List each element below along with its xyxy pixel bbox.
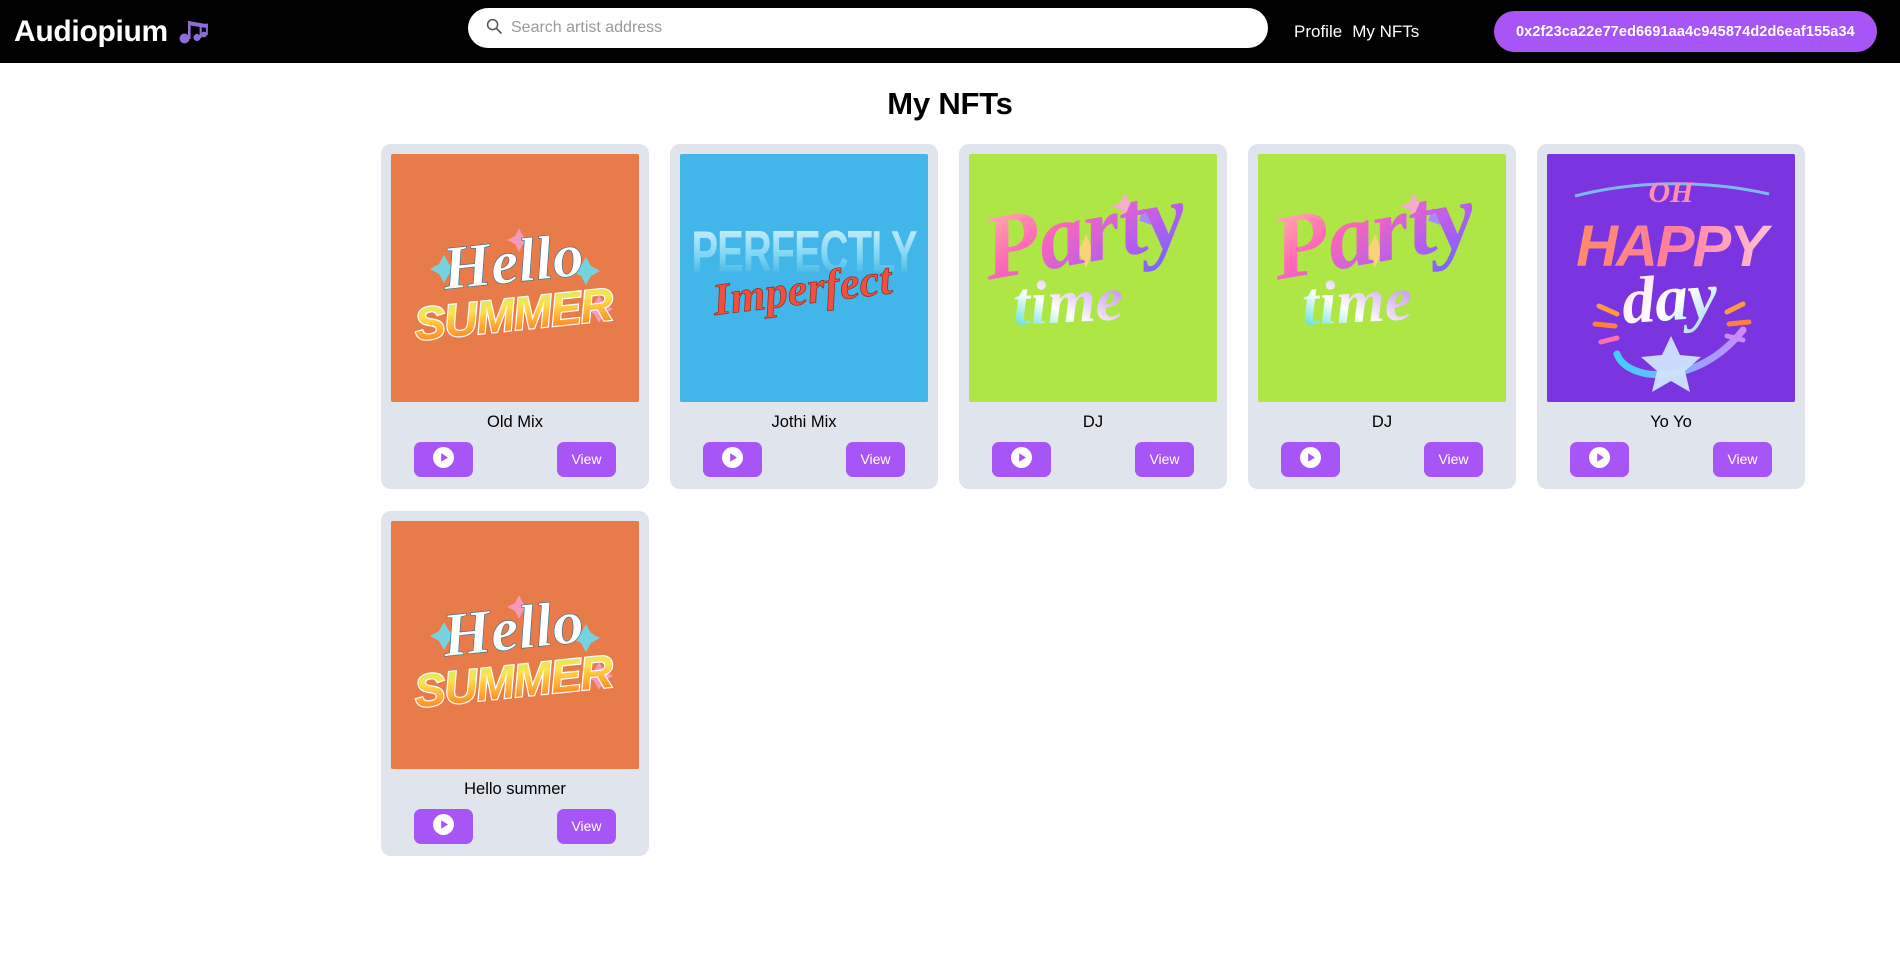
play-circle-icon bbox=[433, 447, 454, 471]
play-button[interactable] bbox=[1570, 441, 1629, 477]
play-button[interactable] bbox=[1281, 441, 1340, 477]
card-actions: View bbox=[391, 808, 639, 844]
card-actions: View bbox=[391, 441, 639, 477]
nft-artwork: PERFECTLY Imperfect bbox=[680, 154, 928, 402]
play-button[interactable] bbox=[414, 808, 473, 844]
nav-links: Profile My NFTs bbox=[1294, 0, 1419, 63]
nft-card: OH HAPPY day Yo Yo View bbox=[1537, 144, 1805, 489]
nft-artwork: Hello SUMMER bbox=[391, 520, 639, 769]
svg-text:time: time bbox=[1300, 265, 1414, 339]
search-icon bbox=[486, 18, 502, 39]
view-button[interactable]: View bbox=[1135, 441, 1194, 477]
page-title: My NFTs bbox=[887, 86, 1013, 121]
wallet-address-button[interactable]: 0x2f23ca22e77ed6691aa4c945874d2d6eaf155a… bbox=[1494, 11, 1877, 52]
svg-text:day: day bbox=[1619, 259, 1720, 339]
music-notes-icon bbox=[178, 18, 208, 46]
view-button[interactable]: View bbox=[557, 441, 616, 477]
top-navbar: Audiopium Profil bbox=[0, 0, 1900, 63]
nft-card: Party time DJ View bbox=[959, 144, 1227, 489]
nft-card: Party time DJ View bbox=[1248, 144, 1516, 489]
play-circle-icon bbox=[1589, 447, 1610, 471]
nft-name: Hello summer bbox=[464, 779, 566, 798]
nft-artwork: Party time bbox=[969, 154, 1217, 402]
nav-link-my-nfts[interactable]: My NFTs bbox=[1352, 22, 1419, 42]
svg-text:time: time bbox=[1011, 265, 1125, 339]
play-circle-icon bbox=[1011, 447, 1032, 471]
nft-grid: Hello SUMMER Old Mix View PERFECTLY Impe… bbox=[0, 144, 1900, 878]
nft-name: Yo Yo bbox=[1650, 413, 1692, 431]
play-button[interactable] bbox=[992, 441, 1051, 477]
view-button[interactable]: View bbox=[846, 441, 905, 477]
view-button[interactable]: View bbox=[557, 808, 616, 844]
nft-name: Old Mix bbox=[487, 413, 543, 431]
brand-logo[interactable]: Audiopium bbox=[14, 14, 208, 48]
nft-card: PERFECTLY Imperfect Jothi Mix View bbox=[670, 144, 938, 489]
nft-artwork: Party time bbox=[1258, 154, 1506, 402]
nav-link-profile[interactable]: Profile bbox=[1294, 22, 1342, 42]
play-button[interactable] bbox=[414, 441, 473, 477]
brand-name: Audiopium bbox=[14, 14, 168, 48]
svg-text:OH: OH bbox=[1649, 176, 1696, 209]
nft-name: DJ bbox=[1082, 413, 1104, 431]
nft-artwork: OH HAPPY day bbox=[1547, 154, 1795, 402]
search-bar[interactable] bbox=[468, 8, 1268, 48]
view-button[interactable]: View bbox=[1424, 441, 1483, 477]
card-actions: View bbox=[680, 441, 928, 477]
play-circle-icon bbox=[722, 447, 743, 471]
play-button[interactable] bbox=[703, 441, 762, 477]
card-actions: View bbox=[1547, 441, 1795, 477]
card-actions: View bbox=[1258, 441, 1506, 477]
search-input[interactable] bbox=[511, 8, 1250, 48]
nft-name: DJ bbox=[1371, 413, 1393, 431]
view-button[interactable]: View bbox=[1713, 441, 1772, 477]
play-circle-icon bbox=[1300, 447, 1321, 471]
play-circle-icon bbox=[433, 814, 454, 838]
nft-card: Hello SUMMER Hello summer View bbox=[381, 510, 649, 856]
nft-name: Jothi Mix bbox=[771, 413, 837, 431]
card-actions: View bbox=[969, 441, 1217, 477]
nft-artwork: Hello SUMMER bbox=[391, 154, 639, 402]
nft-card: Hello SUMMER Old Mix View bbox=[381, 144, 649, 489]
